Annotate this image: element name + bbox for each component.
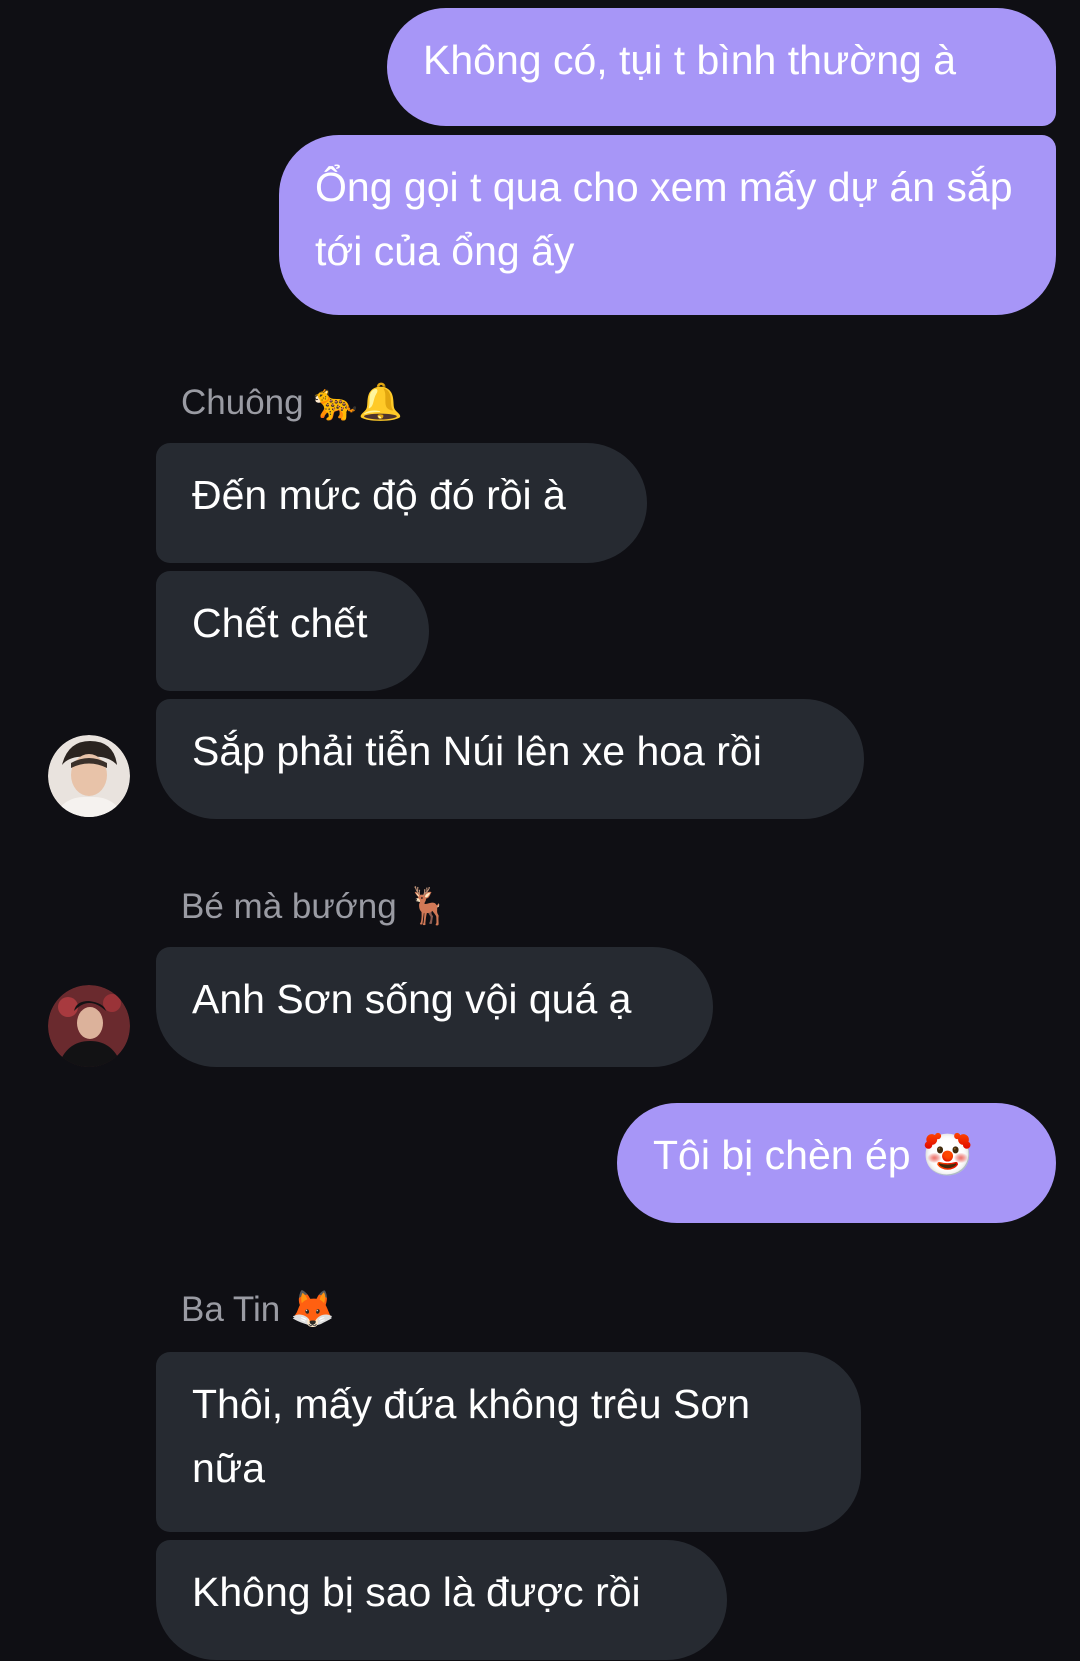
incoming-message[interactable]: Đến mức độ đó rồi à — [156, 443, 647, 563]
incoming-message[interactable]: Chết chết — [156, 571, 429, 691]
sender-emoji: 🐆🔔 — [313, 381, 403, 422]
sender-emoji: 🦌 — [406, 885, 452, 926]
sender-name: Chuông 🐆🔔 — [181, 380, 403, 425]
avatar[interactable] — [48, 735, 130, 817]
incoming-message[interactable]: Thôi, mấy đứa không trêu Sơn nữa — [156, 1352, 861, 1532]
outgoing-message[interactable]: Không có, tụi t bình thường à — [387, 8, 1056, 126]
avatar-image — [48, 985, 130, 1067]
sender-name-text: Chuông — [181, 383, 304, 422]
avatar[interactable] — [48, 985, 130, 1067]
sender-name-text: Ba Tin — [181, 1290, 281, 1329]
sender-emoji: 🦊 — [289, 1288, 335, 1329]
sender-name: Bé mà bướng 🦌 — [181, 884, 451, 929]
incoming-message[interactable]: Anh Sơn sống vội quá ạ — [156, 947, 713, 1067]
incoming-message[interactable]: Sắp phải tiễn Núi lên xe hoa rồi — [156, 699, 864, 819]
avatar-image — [48, 735, 130, 817]
chat-thread[interactable]: Không có, tụi t bình thường à Ổng gọi t … — [0, 0, 1080, 1661]
outgoing-message[interactable]: Tôi bị chèn ép 🤡 — [617, 1103, 1056, 1223]
outgoing-message[interactable]: Ổng gọi t qua cho xem mấy dự án sắp tới … — [279, 135, 1056, 315]
sender-name-text: Bé mà bướng — [181, 887, 397, 926]
incoming-message[interactable]: Không bị sao là được rồi — [156, 1540, 727, 1660]
sender-name: Ba Tin 🦊 — [181, 1287, 335, 1332]
